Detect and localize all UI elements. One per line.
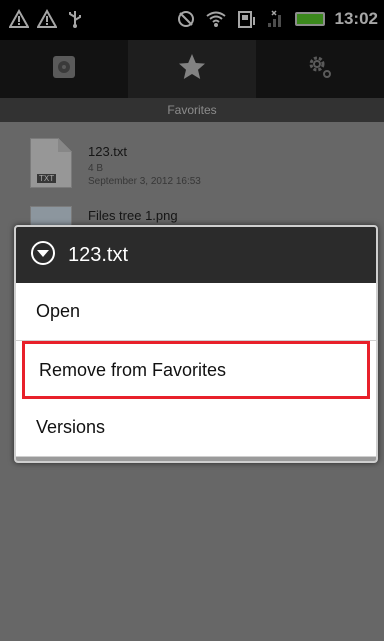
dialog-bottom-bar bbox=[16, 457, 376, 461]
context-menu: 123.txt Open Remove from Favorites Versi… bbox=[14, 225, 378, 463]
context-menu-header: 123.txt bbox=[16, 227, 376, 283]
menu-item-remove-from-favorites[interactable]: Remove from Favorites bbox=[22, 341, 370, 399]
chevron-down-icon bbox=[30, 240, 56, 271]
menu-item-versions[interactable]: Versions bbox=[16, 399, 376, 457]
menu-item-open[interactable]: Open bbox=[16, 283, 376, 341]
context-menu-title: 123.txt bbox=[68, 243, 129, 266]
